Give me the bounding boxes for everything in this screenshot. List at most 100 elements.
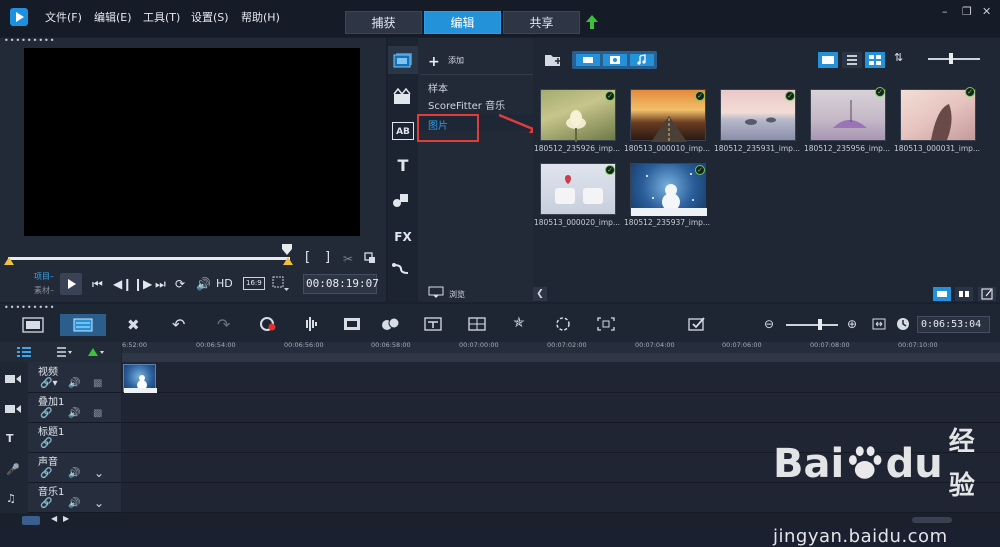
add-marker-icon[interactable]: [86, 346, 104, 358]
thumbnail-size-slider-knob[interactable]: [949, 53, 953, 64]
clock-icon[interactable]: [896, 317, 910, 331]
browse-icon[interactable]: [428, 286, 444, 298]
media-icon[interactable]: [393, 52, 413, 68]
link-icon[interactable]: 🔗: [40, 408, 52, 419]
track-manager-icon[interactable]: [16, 346, 32, 358]
graphics-icon[interactable]: [392, 192, 414, 210]
redo-icon[interactable]: ↷: [217, 315, 230, 334]
resize-crop-icon[interactable]: [272, 276, 290, 292]
track-lane-overlay[interactable]: [122, 393, 1000, 423]
transition-icon[interactable]: AB: [392, 122, 414, 140]
view-grid-button[interactable]: [865, 52, 885, 68]
restore-icon[interactable]: ❐: [962, 5, 972, 18]
filter-photo-button[interactable]: [603, 54, 627, 66]
mode-clip-label[interactable]: 素材–: [34, 285, 54, 296]
multi-camera-icon[interactable]: [468, 317, 486, 331]
mask-creator-icon[interactable]: [554, 316, 572, 332]
path-motion-icon[interactable]: [392, 262, 414, 280]
view-list-button[interactable]: [842, 52, 862, 68]
tab-share[interactable]: 共享: [503, 11, 580, 34]
zoom-slider-knob[interactable]: [818, 319, 822, 330]
trim-end-handle[interactable]: [283, 255, 293, 265]
pan-zoom-icon[interactable]: [597, 317, 615, 331]
time-remapping-icon[interactable]: ✯: [513, 315, 525, 331]
hd-toggle[interactable]: HD: [216, 276, 233, 292]
folder-scorefitter[interactable]: ScoreFitter 音乐: [428, 97, 505, 112]
track-lane-video[interactable]: [122, 362, 1000, 393]
title-icon[interactable]: T: [392, 157, 414, 175]
scroll-left-icon[interactable]: ◀: [51, 514, 57, 523]
go-end-icon[interactable]: ⏭: [155, 276, 166, 292]
scrub-bar[interactable]: [8, 257, 290, 260]
filter-audio-button[interactable]: [630, 54, 654, 66]
track-height-button[interactable]: [22, 516, 40, 525]
filter-video-button[interactable]: [576, 54, 600, 66]
chevron-down-icon[interactable]: ⌄: [94, 466, 104, 480]
link-icon[interactable]: 🔗: [40, 468, 52, 479]
smart-proxy-icon[interactable]: [688, 316, 706, 332]
timeline-view-button[interactable]: [60, 314, 106, 336]
undo-icon[interactable]: ↶: [172, 315, 185, 334]
mark-in-button[interactable]: [: [305, 250, 310, 265]
minimize-icon[interactable]: –: [942, 5, 948, 18]
split-scissors-icon[interactable]: ✂: [343, 252, 353, 266]
sound-mixer-icon[interactable]: [302, 316, 320, 332]
import-folder-icon[interactable]: [544, 52, 562, 68]
storyboard-view-icon[interactable]: [22, 317, 44, 333]
panel-grip[interactable]: •••••••••: [4, 36, 55, 45]
prev-frame-icon[interactable]: ◀❙: [113, 276, 132, 292]
subtitle-editor-icon[interactable]: [424, 317, 442, 331]
tab-edit[interactable]: 编辑: [424, 11, 501, 34]
tab-capture[interactable]: 捕获: [345, 11, 422, 34]
track-grid-icon[interactable]: ▩: [93, 408, 102, 419]
browse-button[interactable]: 浏览: [449, 289, 465, 300]
expand-preview-icon[interactable]: [364, 252, 376, 264]
thumbnail-5[interactable]: [900, 89, 976, 141]
upload-arrow-icon[interactable]: [585, 14, 599, 30]
zoom-out-icon[interactable]: ⊖: [764, 317, 774, 331]
mark-out-button[interactable]: ]: [325, 250, 330, 265]
zoom-slider[interactable]: [786, 324, 838, 326]
fit-project-icon[interactable]: [872, 318, 886, 330]
collapse-panel-button[interactable]: ❮: [533, 287, 547, 301]
repeat-icon[interactable]: ⟳: [175, 276, 185, 292]
close-icon[interactable]: ✕: [982, 5, 991, 18]
add-folder-button[interactable]: 添加: [448, 55, 464, 66]
record-capture-icon[interactable]: [259, 316, 277, 332]
instant-project-icon[interactable]: [392, 88, 414, 106]
library-view-mode-2[interactable]: [955, 287, 973, 301]
track-mute-icon[interactable]: 🔊: [68, 498, 80, 509]
view-thumbnail-button[interactable]: [818, 52, 838, 68]
sort-icon[interactable]: ⇅: [894, 51, 903, 64]
aspect-ratio-button[interactable]: 16:9: [243, 277, 265, 290]
mode-project-label[interactable]: 项目–: [34, 271, 54, 282]
link-icon[interactable]: 🔗: [40, 498, 52, 509]
chevron-down-icon[interactable]: ⌄: [94, 496, 104, 510]
timeline-clip[interactable]: [123, 364, 157, 393]
preview-screen[interactable]: [24, 48, 360, 236]
library-view-mode-1[interactable]: [933, 287, 951, 301]
menu-settings[interactable]: 设置(S): [191, 0, 229, 37]
library-options-icon[interactable]: [978, 287, 996, 301]
track-mute-icon[interactable]: 🔊: [68, 378, 80, 389]
go-start-icon[interactable]: ⏮: [92, 276, 103, 292]
zoom-in-icon[interactable]: ⊕: [847, 317, 857, 331]
filter-fx-icon[interactable]: FX: [392, 228, 414, 246]
timeline-grip[interactable]: •••••••••: [4, 303, 55, 312]
auto-music-icon[interactable]: [343, 316, 361, 332]
scroll-right-icon[interactable]: ▶: [63, 514, 69, 523]
link-icon[interactable]: 🔗▾: [40, 378, 57, 389]
motion-tracking-icon[interactable]: [381, 316, 401, 332]
track-mute-icon[interactable]: 🔊: [68, 408, 80, 419]
volume-icon[interactable]: 🔊: [196, 276, 211, 292]
trim-start-handle[interactable]: [4, 255, 14, 265]
menu-help[interactable]: 帮助(H): [241, 0, 280, 37]
next-frame-icon[interactable]: ❙▶: [133, 276, 152, 292]
chapter-cue-menu-icon[interactable]: [56, 346, 72, 358]
folder-sample[interactable]: 样本: [428, 80, 448, 95]
menu-edit[interactable]: 编辑(E): [94, 0, 132, 37]
thumbnail-4[interactable]: [810, 89, 886, 141]
add-folder-plus-icon[interactable]: +: [428, 54, 440, 70]
track-grid-icon[interactable]: ▩: [93, 378, 102, 389]
menu-file[interactable]: 文件(F): [45, 0, 82, 37]
